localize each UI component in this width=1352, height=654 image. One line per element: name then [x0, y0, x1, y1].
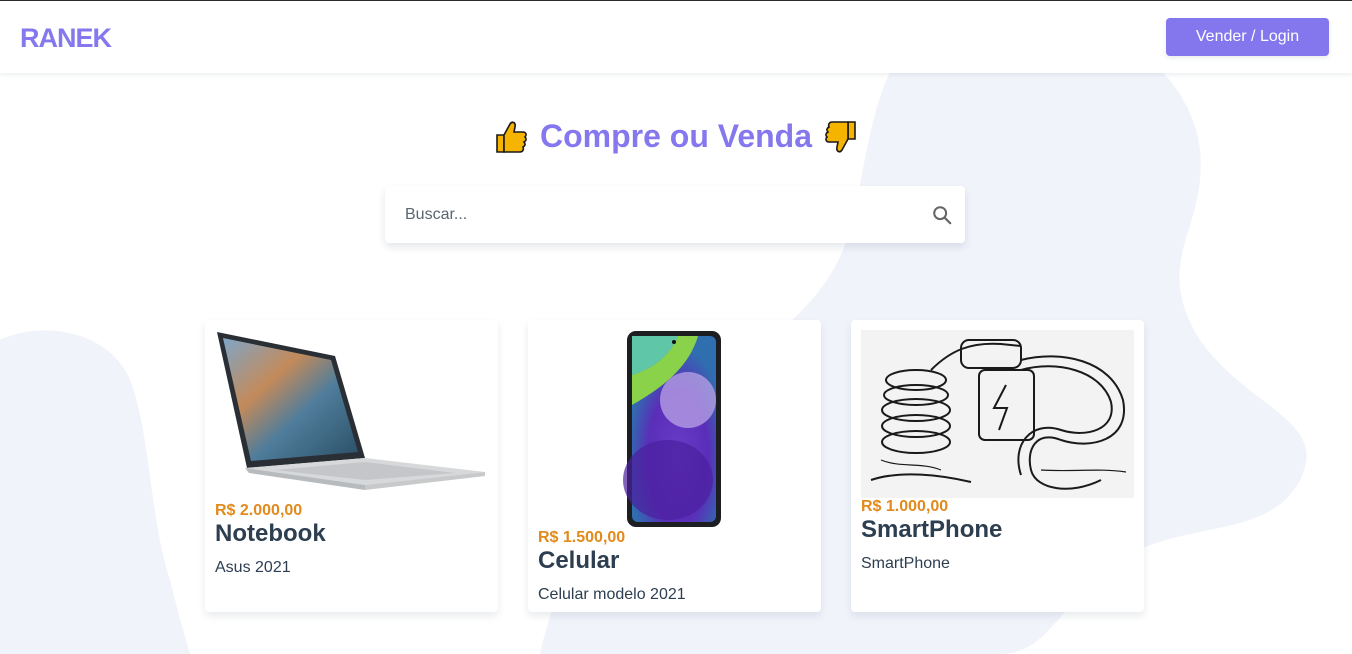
login-button[interactable]: Vender / Login: [1166, 18, 1329, 56]
product-price: R$ 1.000,00: [861, 498, 949, 515]
product-name[interactable]: Notebook: [215, 520, 488, 548]
product-description: SmartPhone: [861, 555, 950, 572]
product-image-smartphone[interactable]: [538, 330, 811, 528]
hero-title: Compre ou Venda: [0, 118, 1352, 155]
svg-text:RANEK: RANEK: [20, 24, 112, 50]
page-title: Compre ou Venda: [539, 118, 813, 154]
ranek-logo[interactable]: RANEK: [20, 24, 112, 50]
product-name[interactable]: SmartPhone: [861, 516, 1134, 544]
site-header: RANEK Vender / Login: [0, 1, 1352, 73]
product-price: R$ 1.500,00: [538, 529, 626, 546]
window-top-border: [0, 0, 1352, 1]
search-bar: [385, 186, 965, 243]
thumbs-up-icon: [496, 121, 527, 153]
search-icon[interactable]: [931, 204, 953, 226]
product-card[interactable]: R$ 2.000,00 Notebook Asus 2021: [205, 320, 498, 612]
product-description: Celular modelo 2021: [538, 586, 686, 603]
product-card[interactable]: R$ 1.000,00 SmartPhone SmartPhone: [851, 320, 1144, 612]
product-price: R$ 2.000,00: [215, 502, 303, 519]
product-image-laptop[interactable]: [215, 330, 488, 500]
search-input[interactable]: [385, 186, 905, 243]
product-image-plug-sketch[interactable]: [861, 330, 1134, 498]
product-card[interactable]: R$ 1.500,00 Celular Celular modelo 2021: [528, 320, 821, 612]
product-name[interactable]: Celular: [538, 547, 811, 575]
product-description: Asus 2021: [215, 559, 291, 576]
thumbs-down-icon: [825, 120, 856, 152]
